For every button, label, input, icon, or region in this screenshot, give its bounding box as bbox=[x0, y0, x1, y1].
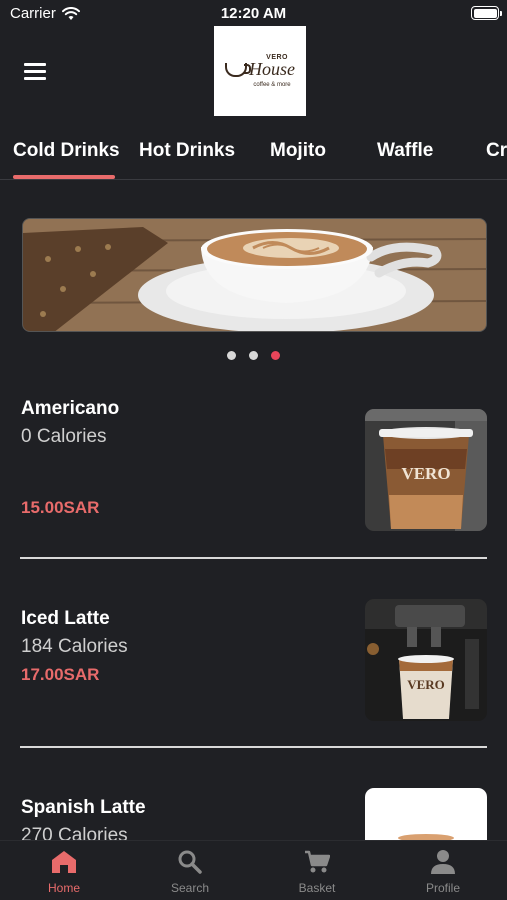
product-image: VERO bbox=[365, 409, 487, 531]
product-image: VERO bbox=[365, 599, 487, 721]
category-tabs: Cold Drinks Hot Drinks Mojito Waffle Cr bbox=[0, 130, 507, 180]
product-calories: 0 Calories bbox=[21, 426, 107, 447]
product-name: Iced Latte bbox=[21, 608, 110, 629]
product-image bbox=[365, 788, 487, 848]
iced-coffee-image: VERO bbox=[365, 409, 487, 531]
nav-label: Basket bbox=[298, 881, 336, 895]
nav-label: Profile bbox=[425, 881, 460, 895]
person-icon bbox=[431, 850, 455, 874]
tab-crepe[interactable]: Cr bbox=[486, 140, 507, 162]
banner-coffee-image bbox=[23, 219, 486, 331]
cup-label: VERO bbox=[407, 677, 445, 692]
product-card-iced-latte[interactable]: Iced Latte 184 Calories 17.00SAR VERO bbox=[0, 599, 507, 738]
tab-cold-drinks[interactable]: Cold Drinks bbox=[13, 140, 120, 162]
tab-hot-drinks[interactable]: Hot Drinks bbox=[139, 140, 235, 162]
nav-basket[interactable]: Basket bbox=[277, 849, 357, 895]
cart-icon bbox=[305, 850, 330, 873]
product-calories: 184 Calories bbox=[21, 636, 128, 657]
clock: 12:20 AM bbox=[220, 5, 287, 22]
logo-brand-text: House bbox=[249, 59, 295, 79]
nav-profile[interactable]: Profile bbox=[403, 849, 483, 895]
menu-icon[interactable] bbox=[22, 60, 48, 82]
active-tab-indicator bbox=[13, 175, 115, 179]
product-name: Spanish Latte bbox=[21, 797, 146, 818]
logo-brand: House bbox=[225, 59, 295, 80]
product-price: 15.00SAR bbox=[21, 498, 100, 517]
product-price: 17.00SAR bbox=[21, 665, 100, 684]
carousel-dot-active[interactable] bbox=[271, 351, 280, 360]
divider bbox=[20, 557, 487, 559]
promo-banner[interactable] bbox=[22, 218, 487, 332]
battery-icon bbox=[471, 6, 502, 20]
bottom-nav: Home Search Basket Profile bbox=[0, 840, 507, 900]
logo-tagline: coffee & more bbox=[253, 82, 291, 88]
logo-cup-icon bbox=[225, 62, 251, 77]
product-name: Americano bbox=[21, 398, 120, 419]
iced-latte-image: VERO bbox=[365, 599, 487, 721]
status-bar: Carrier 12:20 AM bbox=[0, 0, 507, 28]
carousel-dot[interactable] bbox=[249, 351, 258, 360]
nav-home[interactable]: Home bbox=[24, 849, 104, 895]
cup-label: VERO bbox=[401, 464, 450, 483]
screen: Carrier 12:20 AM VERO House coffee & mor… bbox=[0, 0, 507, 900]
tab-mojito[interactable]: Mojito bbox=[270, 140, 326, 162]
carousel-dot[interactable] bbox=[227, 351, 236, 360]
product-card-americano[interactable]: Americano 0 Calories 15.00SAR VERO bbox=[0, 398, 507, 538]
nav-label: Search bbox=[170, 881, 210, 895]
carousel-dots bbox=[0, 351, 507, 360]
tab-waffle[interactable]: Waffle bbox=[377, 140, 433, 162]
search-icon bbox=[178, 850, 202, 874]
nav-search[interactable]: Search bbox=[150, 849, 230, 895]
home-icon bbox=[52, 851, 76, 873]
nav-label: Home bbox=[47, 881, 80, 895]
spanish-latte-image bbox=[365, 788, 487, 848]
logo: VERO House coffee & more bbox=[214, 26, 306, 116]
divider bbox=[20, 746, 487, 748]
